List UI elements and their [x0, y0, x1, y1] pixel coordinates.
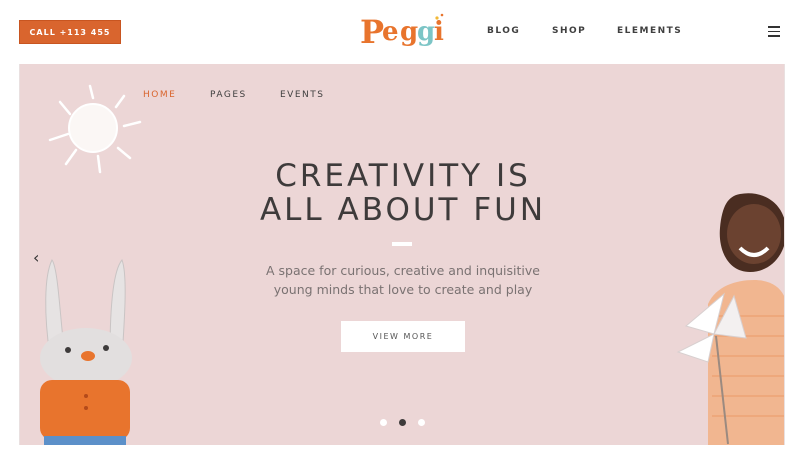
headline-line-1: CREATIVITY IS — [275, 158, 531, 194]
peggi-logo[interactable]: P e g g i — [360, 10, 446, 54]
hero-subtitle: A space for curious, creative and inquis… — [220, 261, 586, 299]
hamburger-icon[interactable] — [768, 26, 780, 37]
nav-elements[interactable]: ELEMENTS — [617, 26, 682, 36]
slider-dot-1[interactable] — [380, 419, 387, 426]
logo-letter: g — [417, 17, 436, 47]
hero-nav-events[interactable]: EVENTS — [280, 90, 324, 100]
logo-letter: P — [360, 13, 385, 51]
hero-headline: CREATIVITY IS ALL ABOUT FUN — [220, 159, 586, 227]
sun-drawing-icon — [48, 84, 142, 174]
nav-shop[interactable]: SHOP — [552, 26, 586, 36]
view-more-button[interactable]: VIEW MORE — [341, 321, 465, 352]
site-header: CALL +113 455 P e g g i BLOG SHOP ELEMEN… — [0, 0, 800, 64]
hero-nav-pages[interactable]: PAGES — [210, 90, 247, 100]
logo-sparkle-icon — [435, 13, 444, 20]
logo-letter: g — [400, 17, 419, 47]
slider-dot-2[interactable] — [399, 419, 406, 426]
headline-line-2: ALL ABOUT FUN — [259, 192, 547, 228]
subtitle-line-1: A space for curious, creative and inquis… — [266, 263, 540, 278]
bunny-illustration — [40, 259, 132, 445]
call-button[interactable]: CALL +113 455 — [19, 20, 121, 44]
hero-nav-home[interactable]: HOME — [143, 90, 176, 100]
logo-letter: e — [382, 17, 399, 47]
subtitle-line-2: young minds that love to create and play — [273, 282, 533, 297]
slider-dot-3[interactable] — [418, 419, 425, 426]
child-with-pinwheel-illustration — [676, 193, 784, 445]
headline-divider — [392, 242, 412, 246]
nav-blog[interactable]: BLOG — [487, 26, 520, 36]
hero-slider: HOME PAGES EVENTS CREATIVITY IS ALL ABOU… — [19, 64, 785, 445]
